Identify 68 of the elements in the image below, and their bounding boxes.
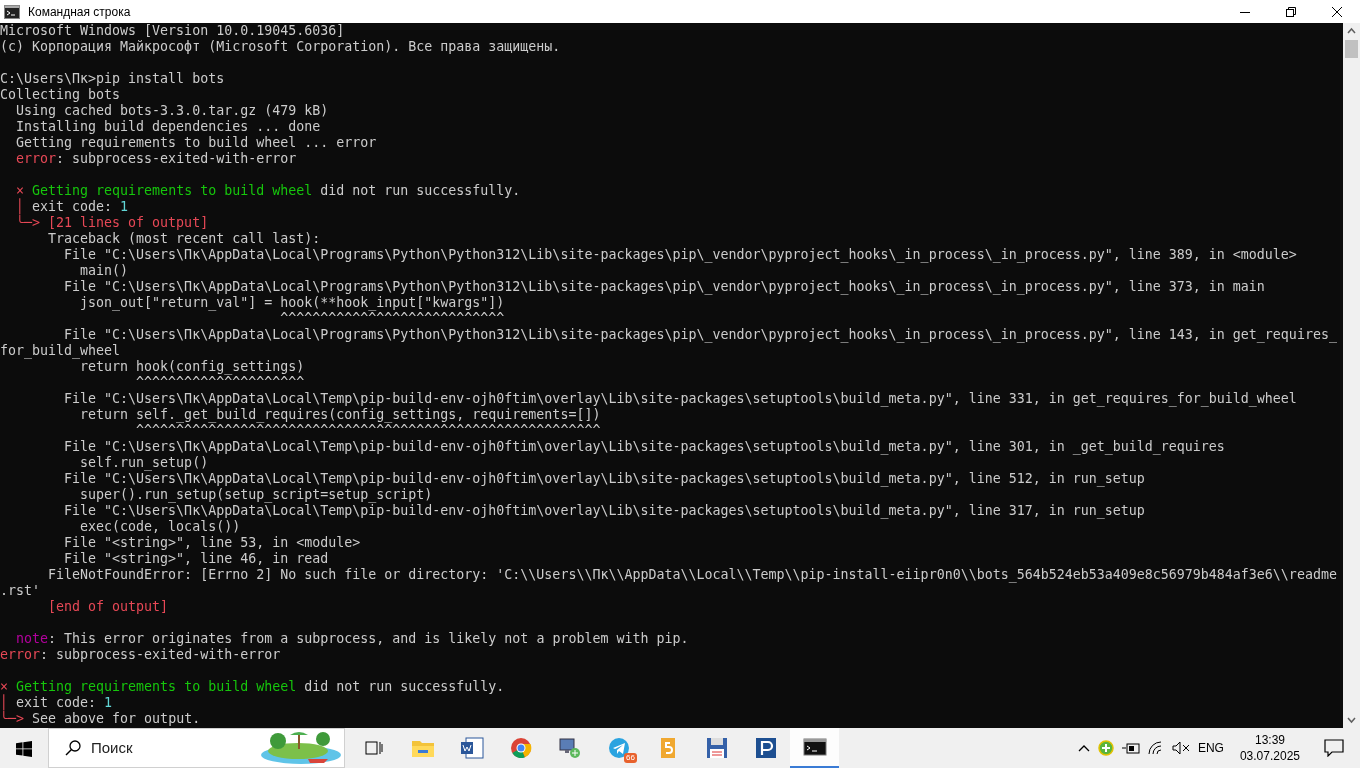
console-line: File "C:\Users\Пк\AppData\Local\Programs\Python\Python312\Lib\site-packages\pip\_vendor\pyproject_hooks\_in_process\_in_process.py", line 143, in get_requires_ [63, 327, 1338, 343]
console-line: × Getting requirements to build wheel did not run successfully. [0, 679, 506, 694]
close-icon [1332, 6, 1342, 17]
console-line: File "<string>", line 46, in read [63, 551, 330, 567]
restore-icon [1286, 6, 1296, 17]
console-line: ^^^^^^^^^^^^^^^^^^^^^^^^^^^^ [279, 311, 506, 327]
console-line: super().run_setup(setup_script=setup_script) [79, 487, 434, 503]
windows-logo-icon [16, 740, 32, 757]
console-line: [end of output] [47, 599, 170, 615]
taskbar-app-button[interactable] [790, 728, 839, 768]
island-illustration[interactable] [258, 729, 344, 767]
console-line: note: This error originates from a subprocess, and is likely not a problem with pip. [15, 631, 690, 647]
window-title: Командная строка [28, 3, 132, 21]
console-line: return hook(config_settings) [79, 359, 306, 375]
console-line: ^^^^^^^^^^^^^^^^^^^^^ [135, 375, 306, 391]
console-line: × Getting requirements to build wheel did not run successfully. [15, 183, 522, 198]
browser-circle-icon [509, 737, 532, 759]
console-line: .rst' [0, 583, 42, 599]
clock-time[interactable]: 13:39 [1239, 732, 1300, 748]
console-line: File "<string>", line 53, in <module> [63, 535, 362, 551]
terminal-icon [4, 4, 20, 19]
console-line: ╰─> See above for output. [0, 711, 202, 727]
console-line: json_out["return_val"] = hook(**hook_input["kwargs"]) [79, 295, 506, 311]
scrollbar[interactable] [1343, 23, 1360, 728]
chevron-up-icon[interactable] [1077, 743, 1090, 753]
p-logo-icon [754, 737, 777, 759]
console-line: ^^^^^^^^^^^^^^^^^^^^^^^^^^^^^^^^^^^^^^^^^^^^^^^^^^^^^^^^^^ [135, 423, 602, 439]
console-line: exec(code, locals()) [79, 519, 242, 535]
search-box[interactable]: Поиск [48, 728, 345, 768]
battery-icon[interactable] [1121, 741, 1140, 755]
console-line: File "C:\Users\Пк\AppData\Local\Temp\pip-build-env-ojh0ftim\overlay\Lib\site-packages\setuptools\build_meta.py", line 331, in get_requires_for_build_wheel [63, 391, 1298, 407]
console-line: File "C:\Users\Пк\AppData\Local\Temp\pip-build-env-ojh0ftim\overlay\Lib\site-packages\setuptools\build_meta.py", line 512, in run_setup [63, 471, 1146, 487]
console-line: File "C:\Users\Пк\AppData\Local\Temp\pip-build-env-ojh0ftim\overlay\Lib\site-packages\setuptools\build_meta.py", line 301, in _get_build_requires [63, 439, 1226, 455]
search-icon [65, 740, 81, 756]
volume-muted-icon[interactable] [1171, 741, 1190, 755]
console-line: FileNotFoundError: [Errno 2] No such file or directory: 'C:\\Users\\Пк\\AppData\\Local\\Temp\\pip-install-eiipr0n0\\bots_564b524eb53a409e8c56979b484af3e6\\readme [47, 567, 1338, 583]
document-w-icon [459, 737, 484, 759]
console-line: Using cached bots-3.3.0.tar.gz (479 kB) [15, 103, 330, 119]
console-line: error: subprocess-exited-with-error [15, 151, 298, 167]
console-line: self.run_setup() [79, 455, 210, 471]
folder-icon [410, 738, 435, 758]
console-line: File "C:\Users\Пк\AppData\Local\Programs\Python\Python312\Lib\site-packages\pip\_vendor\pyproject_hooks\_in_process\_in_process.py", line 389, in <module> [63, 247, 1298, 263]
console-line: File "C:\Users\Пк\AppData\Local\Temp\pip-build-env-ojh0ftim\overlay\Lib\site-packages\setuptools\build_meta.py", line 317, in run_setup [63, 503, 1146, 519]
console-line: File "C:\Users\Пк\AppData\Local\Programs\Python\Python312\Lib\site-packages\pip\_vendor\pyproject_hooks\_in_process\_in_process.py", line 373, in main [63, 279, 1266, 295]
clock-date[interactable]: 03.07.2025 [1239, 748, 1300, 764]
monitor-network-icon [557, 737, 582, 759]
console-line: │ exit code: 1 [0, 695, 114, 710]
console-line: (c) Корпорация Майкрософт (Microsoft Corporation). Все права защищены. [0, 39, 562, 55]
search-field[interactable]: Поиск [89, 735, 258, 761]
console-line: Collecting bots [0, 87, 122, 103]
console-line: Getting requirements to build wheel ... error [15, 135, 378, 151]
terminal-icon [802, 738, 827, 756]
console-line: │ exit code: 1 [15, 199, 130, 214]
notification-icon[interactable] [1324, 739, 1344, 757]
console-line: return self._get_build_requires(config_settings, requirements=[]) [79, 407, 602, 423]
console-line: Microsoft Windows [Version 10.0.19045.6036] [0, 23, 346, 39]
console-line: main() [79, 263, 130, 279]
scrollbar-thumb[interactable] [1345, 40, 1358, 58]
console-line: C:\Users\Пк>pip install bots [0, 71, 226, 87]
language-indicator[interactable]: ENG [1197, 739, 1224, 757]
console-line: Traceback (most recent call last): [47, 231, 322, 247]
shield-plus-icon[interactable] [1097, 740, 1114, 756]
console-line: ╰─> [21 lines of output] [15, 215, 210, 231]
notification-badge: 66 [624, 753, 637, 763]
console-line: Installing build dependencies ... done [15, 119, 322, 135]
console-line: for_build_wheel [0, 343, 122, 359]
wifi-icon[interactable] [1147, 741, 1164, 755]
console-line: error: subprocess-exited-with-error [0, 647, 282, 663]
